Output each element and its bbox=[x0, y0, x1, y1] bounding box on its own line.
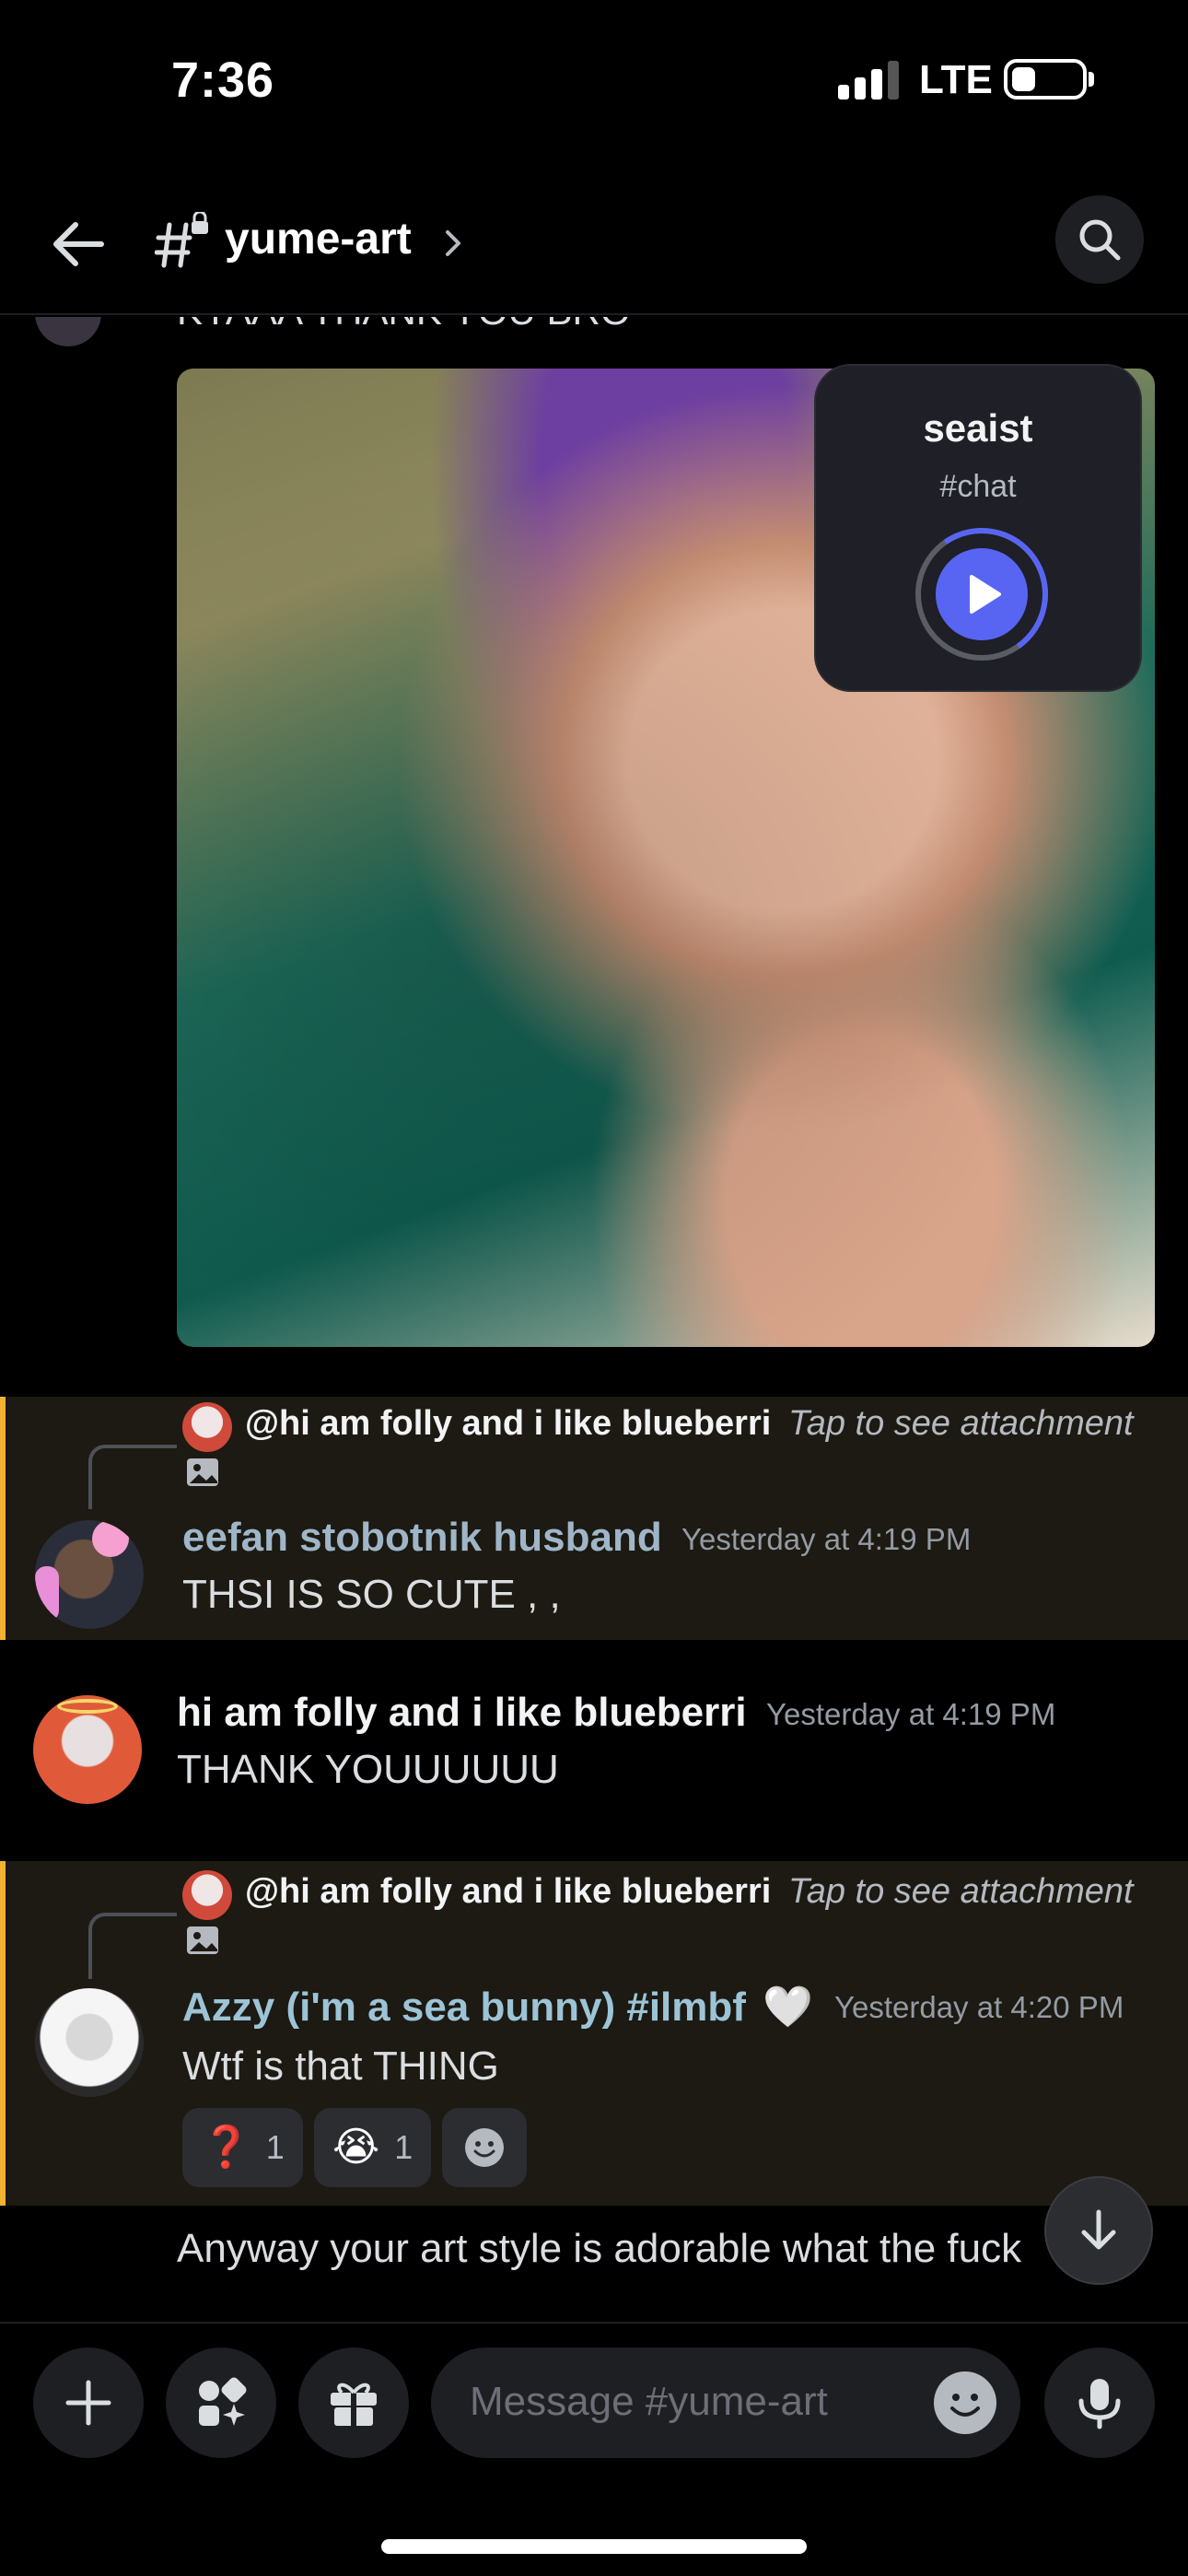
reply-author[interactable]: @hi am folly and i like blueberri bbox=[245, 1872, 771, 1912]
reply-tap-hint[interactable]: Tap to see attachment bbox=[788, 1404, 1134, 1444]
message-content: THSI IS SO CUTE , , bbox=[182, 1572, 561, 1617]
author-name[interactable]: Azzy (i'm a sea bunny) #ilmbf 🤍 bbox=[182, 1983, 813, 2031]
message-row[interactable]: Anyway your art style is adorable what t… bbox=[0, 2206, 1188, 2322]
battery-icon bbox=[1004, 59, 1087, 100]
plus-icon bbox=[65, 2380, 111, 2426]
image-icon bbox=[187, 1458, 218, 1486]
question-mark-icon: ❓ bbox=[201, 2125, 251, 2170]
network-type: LTE bbox=[919, 57, 993, 102]
reply-avatar bbox=[182, 1870, 232, 1920]
message-list[interactable]: KYAAA THANK YOU BRO seaist #chat @hi am … bbox=[0, 317, 1188, 2322]
play-button[interactable] bbox=[904, 517, 1059, 672]
play-icon bbox=[970, 575, 1001, 614]
voice-message-button[interactable] bbox=[1044, 2348, 1155, 2458]
message-content: THANK YOUUUUUU bbox=[177, 1747, 559, 1792]
avatar[interactable] bbox=[35, 1520, 144, 1629]
arrow-down-icon bbox=[1081, 2209, 1116, 2250]
search-button[interactable] bbox=[1055, 195, 1144, 284]
gift-button[interactable] bbox=[298, 2348, 409, 2458]
avatar[interactable] bbox=[35, 1988, 144, 2097]
timestamp: Yesterday at 4:19 PM bbox=[766, 1697, 1056, 1731]
voice-user-name: seaist bbox=[923, 406, 1033, 450]
reply-avatar bbox=[182, 1402, 232, 1452]
reaction-bar: ❓ 1 😭 1 bbox=[182, 2108, 528, 2187]
reply-connector bbox=[88, 1913, 177, 1979]
emoji-icon bbox=[950, 2394, 980, 2417]
gift-icon bbox=[331, 2383, 377, 2426]
locked-channel-hash-icon bbox=[155, 212, 208, 268]
avatar[interactable] bbox=[33, 1695, 142, 1804]
add-reaction-icon bbox=[465, 2128, 505, 2167]
author-name[interactable]: hi am folly and i like blueberri bbox=[177, 1690, 747, 1736]
image-icon bbox=[187, 1926, 218, 1954]
battery-level bbox=[1012, 67, 1035, 91]
crying-face-icon: 😭 bbox=[332, 2125, 380, 2170]
reply-connector bbox=[88, 1445, 177, 1509]
jump-to-present-button[interactable] bbox=[1044, 2176, 1153, 2285]
author-name-text: Azzy (i'm a sea bunny) #ilmbf bbox=[182, 1985, 746, 2030]
timestamp: Yesterday at 4:19 PM bbox=[681, 1522, 972, 1556]
microphone-icon bbox=[1078, 2379, 1121, 2430]
reaction-count: 1 bbox=[265, 2128, 285, 2166]
reaction-crying[interactable]: 😭 1 bbox=[313, 2108, 432, 2187]
signal-icon bbox=[838, 61, 899, 100]
white-heart-icon: 🤍 bbox=[763, 1985, 813, 2030]
apps-button[interactable] bbox=[166, 2348, 276, 2458]
message-input-bar: Message #yume-art bbox=[0, 2322, 1188, 2460]
message-row[interactable]: @hi am folly and i like blueberri Tap to… bbox=[0, 1397, 1188, 1640]
message-content: Anyway your art style is adorable what t… bbox=[177, 2226, 1022, 2271]
home-indicator[interactable] bbox=[381, 2539, 807, 2554]
search-icon bbox=[1079, 219, 1121, 261]
emoji-button[interactable] bbox=[934, 2371, 996, 2434]
reaction-question[interactable]: ❓ 1 bbox=[182, 2108, 303, 2187]
back-arrow-icon[interactable] bbox=[46, 212, 111, 276]
voice-channel-name: #chat bbox=[939, 469, 1017, 504]
timestamp: Yesterday at 4:20 PM bbox=[834, 1990, 1124, 2024]
message-row[interactable]: hi am folly and i like blueberri Yesterd… bbox=[0, 1640, 1188, 1876]
channel-header: yume-art bbox=[0, 184, 1188, 315]
message-row[interactable]: @hi am folly and i like blueberri Tap to… bbox=[0, 1861, 1188, 2206]
status-bar: 7:36 LTE bbox=[0, 0, 1188, 166]
avatar[interactable] bbox=[35, 317, 101, 346]
voice-call-overlay[interactable]: seaist #chat bbox=[814, 364, 1142, 692]
attach-button[interactable] bbox=[33, 2348, 144, 2458]
reaction-count: 1 bbox=[394, 2128, 413, 2166]
status-time: 7:36 bbox=[171, 53, 275, 108]
message-content: Wtf is that THING bbox=[182, 2043, 499, 2089]
reply-author[interactable]: @hi am folly and i like blueberri bbox=[245, 1404, 771, 1444]
author-name[interactable]: eefan stobotnik husband bbox=[182, 1515, 662, 1561]
channel-name[interactable]: yume-art bbox=[225, 214, 412, 264]
message-content: KYAAA THANK YOU BRO bbox=[177, 317, 631, 334]
add-reaction-button[interactable] bbox=[442, 2108, 528, 2187]
message-input[interactable]: Message #yume-art bbox=[431, 2348, 1020, 2458]
chevron-right-icon[interactable] bbox=[442, 223, 464, 263]
apps-icon bbox=[199, 2377, 247, 2426]
reply-tap-hint[interactable]: Tap to see attachment bbox=[788, 1872, 1134, 1912]
message-input-placeholder: Message #yume-art bbox=[470, 2379, 828, 2424]
